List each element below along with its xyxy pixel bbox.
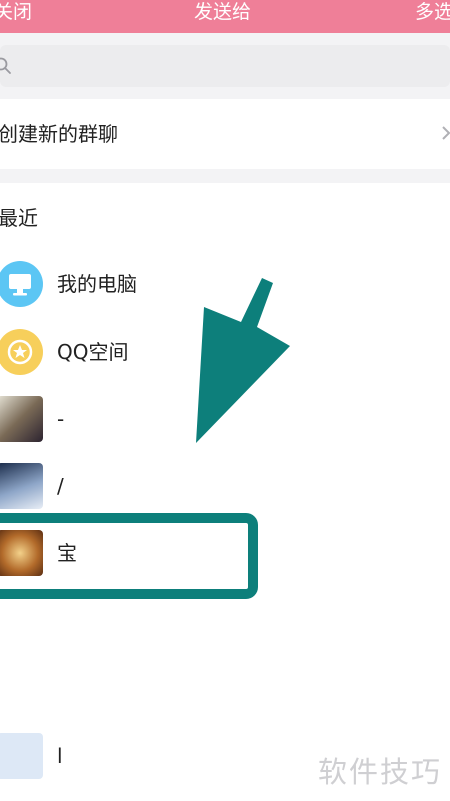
list-item-name: / xyxy=(57,474,64,498)
page-title: 发送给 xyxy=(194,1,252,23)
watermark: 软件技巧 xyxy=(318,755,443,789)
highlight-annotation-box xyxy=(0,513,258,599)
photo-avatar xyxy=(0,733,43,779)
create-group-label: 创建新的群聊 xyxy=(0,122,118,146)
list-item-name: QQ空间 xyxy=(57,340,129,364)
list-item-name: 我的电脑 xyxy=(57,272,137,296)
monitor-icon xyxy=(0,261,43,307)
create-group-row[interactable]: 创建新的群聊 xyxy=(0,99,450,169)
list-item-name: - xyxy=(57,407,65,431)
search-icon xyxy=(0,57,11,74)
star-icon xyxy=(0,329,43,375)
arrow-down-left-icon xyxy=(196,278,290,443)
multi-select-button[interactable]: 多选 xyxy=(415,1,450,23)
recent-section-title: 最近 xyxy=(0,206,38,230)
photo-avatar xyxy=(0,463,43,509)
close-button[interactable]: 关闭 xyxy=(0,1,32,23)
section-divider xyxy=(0,169,450,183)
search-input[interactable] xyxy=(0,45,450,87)
chevron-right-icon xyxy=(442,126,450,140)
photo-avatar xyxy=(0,396,43,442)
list-item-name: l xyxy=(57,744,63,768)
header-bar: 关闭 发送给 多选 xyxy=(0,0,450,33)
